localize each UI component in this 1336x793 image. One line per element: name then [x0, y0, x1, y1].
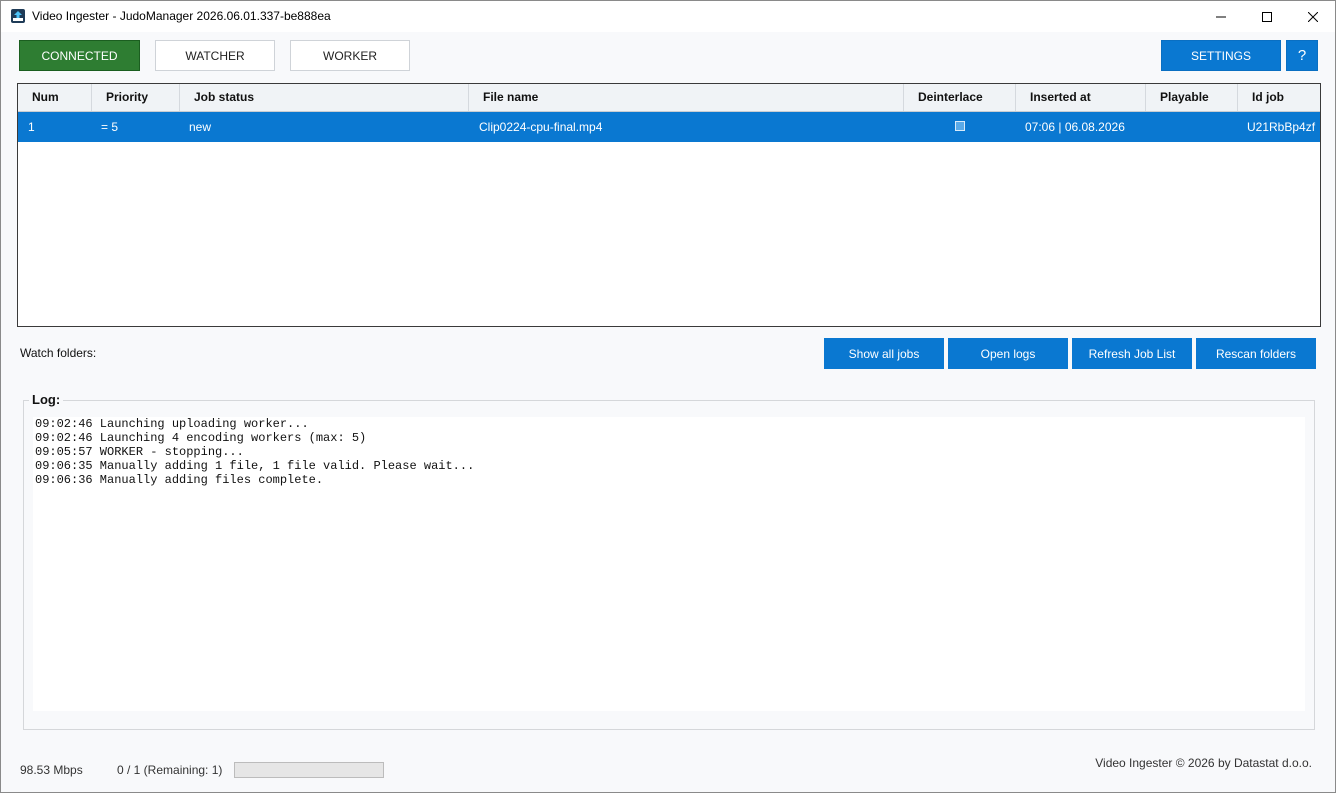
- cell-priority: = 5: [101, 120, 119, 134]
- maximize-icon: [1262, 11, 1272, 22]
- copyright-text: Video Ingester © 2026 by Datastat d.o.o.: [1095, 756, 1312, 770]
- transfer-speed: 98.53 Mbps: [20, 763, 83, 777]
- close-icon: [1308, 11, 1318, 22]
- cell-num: 1: [28, 120, 35, 134]
- window-title: Video Ingester - JudoManager 2026.06.01.…: [32, 9, 331, 23]
- job-table[interactable]: Num Priority Job status File name Deinte…: [17, 83, 1321, 327]
- job-progress-count: 0 / 1 (Remaining: 1): [117, 763, 223, 777]
- app-window: Video Ingester - JudoManager 2026.06.01.…: [0, 0, 1336, 793]
- column-header-priority[interactable]: Priority: [92, 84, 180, 111]
- cell-inserted-at: 07:06 | 06.08.2026: [1025, 120, 1125, 134]
- column-header-deinterlace[interactable]: Deinterlace: [904, 84, 1016, 111]
- log-title: Log:: [29, 392, 64, 407]
- column-header-file-name[interactable]: File name: [469, 84, 904, 111]
- job-table-header: Num Priority Job status File name Deinte…: [18, 84, 1320, 112]
- maximize-button[interactable]: [1244, 1, 1290, 32]
- log-line: 09:06:35 Manually adding 1 file, 1 file …: [35, 459, 475, 473]
- log-output[interactable]: 09:02:46 Launching uploading worker... 0…: [33, 417, 1305, 711]
- minimize-button[interactable]: [1198, 1, 1244, 32]
- refresh-job-list-button[interactable]: Refresh Job List: [1072, 338, 1192, 369]
- close-button[interactable]: [1290, 1, 1336, 32]
- table-row[interactable]: 1 = 5 new Clip0224-cpu-final.mp4 07:06 |…: [18, 112, 1320, 142]
- minimize-icon: [1216, 16, 1226, 17]
- deinterlace-checkbox[interactable]: [955, 121, 965, 131]
- worker-button[interactable]: WORKER: [290, 40, 410, 71]
- upload-arrow-icon: [11, 9, 25, 23]
- settings-button[interactable]: SETTINGS: [1161, 40, 1281, 71]
- progress-bar: [234, 762, 384, 778]
- watch-folders-label: Watch folders:: [20, 346, 97, 360]
- title-bar: Video Ingester - JudoManager 2026.06.01.…: [1, 1, 1335, 32]
- rescan-folders-button[interactable]: Rescan folders: [1196, 338, 1316, 369]
- open-logs-button[interactable]: Open logs: [948, 338, 1068, 369]
- column-header-num[interactable]: Num: [18, 84, 92, 111]
- column-header-playable[interactable]: Playable: [1146, 84, 1238, 111]
- column-header-inserted-at[interactable]: Inserted at: [1016, 84, 1146, 111]
- cell-file-name: Clip0224-cpu-final.mp4: [479, 120, 603, 134]
- help-button[interactable]: ?: [1286, 40, 1318, 71]
- column-header-id-job[interactable]: Id job: [1238, 84, 1320, 111]
- column-header-job-status[interactable]: Job status: [180, 84, 469, 111]
- watcher-button[interactable]: WATCHER: [155, 40, 275, 71]
- show-all-jobs-button[interactable]: Show all jobs: [824, 338, 944, 369]
- log-line: 09:02:46 Launching 4 encoding workers (m…: [35, 431, 367, 445]
- connected-status-button[interactable]: CONNECTED: [19, 40, 140, 71]
- cell-id-job: U21RbBp4zf: [1247, 120, 1316, 134]
- log-line: 09:05:57 WORKER - stopping...: [35, 445, 244, 459]
- cell-job-status: new: [189, 120, 212, 134]
- log-line: 09:06:36 Manually adding files complete.: [35, 473, 324, 487]
- log-line: 09:02:46 Launching uploading worker...: [35, 417, 309, 431]
